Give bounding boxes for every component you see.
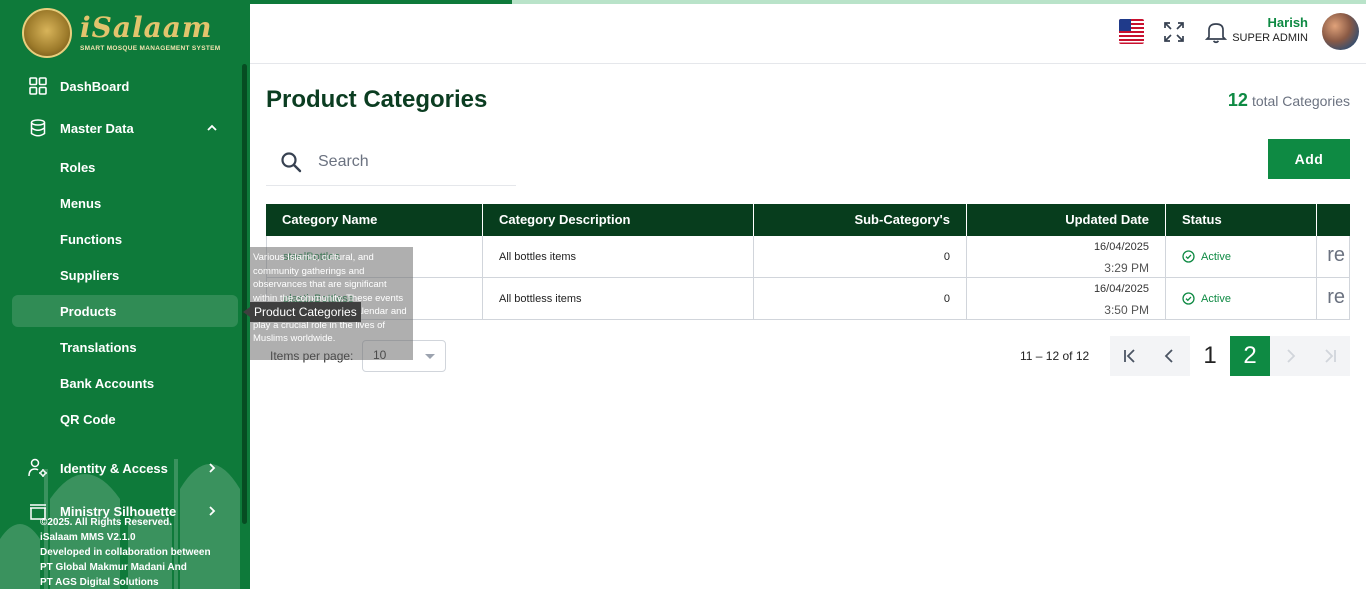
- sidebar-item-roles[interactable]: Roles: [12, 151, 238, 183]
- pagination-range: 11 – 12 of 12: [1020, 349, 1090, 363]
- sidebar-scrollbar[interactable]: [242, 64, 247, 524]
- user-role: SUPER ADMIN: [1232, 32, 1308, 44]
- sidebar-item-functions[interactable]: Functions: [12, 223, 238, 255]
- cell-sub-categories: 0: [754, 236, 967, 278]
- row-action-cutoff[interactable]: re: [1327, 286, 1345, 309]
- database-icon: [28, 118, 48, 138]
- updated-date: 16/04/2025: [1093, 241, 1149, 253]
- sidebar-footer: ©2025. All Rights Reserved. iSalaam MMS …: [40, 515, 211, 589]
- updated-time: 3:50 PM: [1104, 303, 1149, 317]
- column-header-updated-date[interactable]: Updated Date: [967, 204, 1166, 236]
- cell-updated-date: 16/04/2025 3:29 PM: [967, 236, 1166, 278]
- user-name[interactable]: Harish: [1268, 15, 1308, 30]
- table-header: Category Name Category Description Sub-C…: [266, 204, 1350, 236]
- status-text: Active: [1201, 292, 1231, 305]
- table-row[interactable]: steelBottles All bottles items 0 16/04/2…: [266, 236, 1350, 278]
- search-icon: [281, 151, 302, 172]
- sub-category-count: 0: [943, 293, 950, 305]
- total-count-label: total Categories: [1251, 93, 1350, 109]
- sidebar-item-label: DashBoard: [60, 78, 130, 94]
- app-root: iSalaam SMART MOSQUE MANAGEMENT SYSTEM D…: [0, 0, 1366, 589]
- column-header-category-description[interactable]: Category Description: [483, 204, 754, 236]
- last-page-button[interactable]: [1310, 336, 1350, 376]
- collaboration-text: Developed in collaboration between: [40, 547, 211, 558]
- sidebar-item-qr-code[interactable]: QR Code: [12, 403, 238, 435]
- cell-status: Active: [1166, 278, 1317, 320]
- last-page-icon: [1325, 349, 1336, 363]
- category-description: All bottles items: [499, 251, 577, 263]
- status-badge: Active: [1182, 250, 1231, 263]
- status-badge: Active: [1182, 292, 1231, 305]
- copyright-text: ©2025. All Rights Reserved.: [40, 517, 173, 528]
- page-title: Product Categories: [266, 86, 488, 113]
- check-circle-icon: [1182, 292, 1195, 305]
- cell-status: Active: [1166, 236, 1317, 278]
- sidebar-item-suppliers[interactable]: Suppliers: [12, 259, 238, 291]
- category-description: All bottless items: [499, 293, 582, 305]
- chevron-left-icon: [1164, 349, 1173, 363]
- search-input[interactable]: [318, 152, 498, 171]
- sidebar-item-menus[interactable]: Menus: [12, 187, 238, 219]
- partner-text: PT AGS Digital Solutions: [40, 577, 159, 588]
- bell-icon[interactable]: [1205, 20, 1227, 44]
- cell-updated-date: 16/04/2025 3:50 PM: [967, 278, 1166, 320]
- mosque-emblem-icon: [22, 8, 72, 58]
- total-count-number: 12: [1227, 90, 1248, 110]
- updated-time: 3:29 PM: [1104, 261, 1149, 275]
- sidebar-item-dashboard[interactable]: DashBoard: [12, 69, 238, 103]
- check-circle-icon: [1182, 250, 1195, 263]
- column-header-category-name[interactable]: Category Name: [266, 204, 483, 236]
- column-header-sub-categories[interactable]: Sub-Category's: [754, 204, 967, 236]
- us-flag-icon[interactable]: [1119, 19, 1144, 44]
- next-page-button[interactable]: [1270, 336, 1310, 376]
- row-action-cutoff[interactable]: re: [1327, 244, 1345, 267]
- chevron-right-icon: [1287, 349, 1296, 363]
- add-button[interactable]: Add: [1268, 139, 1350, 179]
- top-header: Harish SUPER ADMIN: [250, 4, 1366, 64]
- brand-logo[interactable]: iSalaam SMART MOSQUE MANAGEMENT SYSTEM: [22, 8, 232, 58]
- sidebar-item-identity-access[interactable]: Identity & Access: [12, 451, 238, 485]
- column-header-status[interactable]: Status: [1166, 204, 1317, 236]
- dropdown-caret-icon: [425, 354, 435, 359]
- first-page-button[interactable]: [1110, 336, 1150, 376]
- fullscreen-icon[interactable]: [1163, 21, 1185, 43]
- sidebar: iSalaam SMART MOSQUE MANAGEMENT SYSTEM D…: [0, 0, 250, 589]
- chevron-up-icon: [207, 124, 217, 131]
- previous-page-button[interactable]: [1150, 336, 1190, 376]
- sidebar-item-master-data[interactable]: Master Data: [12, 111, 238, 145]
- user-gear-icon: [28, 458, 48, 478]
- first-page-icon: [1124, 349, 1135, 363]
- version-text: iSalaam MMS V2.1.0: [40, 532, 136, 543]
- page-button-1[interactable]: 1: [1190, 336, 1230, 376]
- grid-icon: [28, 76, 48, 96]
- sidebar-item-label: Identity & Access: [60, 460, 168, 476]
- brand-tagline: SMART MOSQUE MANAGEMENT SYSTEM: [80, 45, 221, 52]
- sidebar-tooltip: Product Categories: [250, 302, 361, 322]
- sidebar-item-label: Master Data: [60, 120, 134, 136]
- tooltip-arrow: [243, 307, 250, 317]
- chevron-right-icon: [209, 463, 216, 473]
- cell-sub-categories: 0: [754, 278, 967, 320]
- search-box: [266, 138, 516, 186]
- sidebar-item-products[interactable]: Products: [12, 295, 238, 327]
- sub-category-count: 0: [943, 251, 950, 263]
- partner-text: PT Global Makmur Madani And: [40, 562, 187, 573]
- status-text: Active: [1201, 250, 1231, 263]
- brand-name: iSalaam: [80, 11, 213, 44]
- cell-description: All bottless items: [483, 278, 754, 320]
- updated-date: 16/04/2025: [1093, 283, 1149, 295]
- table-row[interactable]: plasticBottlese All bottless items 0 16/…: [266, 278, 1350, 320]
- sidebar-item-bank-accounts[interactable]: Bank Accounts: [12, 367, 238, 399]
- page-button-2[interactable]: 2: [1230, 336, 1270, 376]
- avatar[interactable]: [1322, 13, 1359, 50]
- sidebar-item-translations[interactable]: Translations: [12, 331, 238, 363]
- cell-description: All bottles items: [483, 236, 754, 278]
- total-count: 12 total Categories: [1228, 90, 1350, 111]
